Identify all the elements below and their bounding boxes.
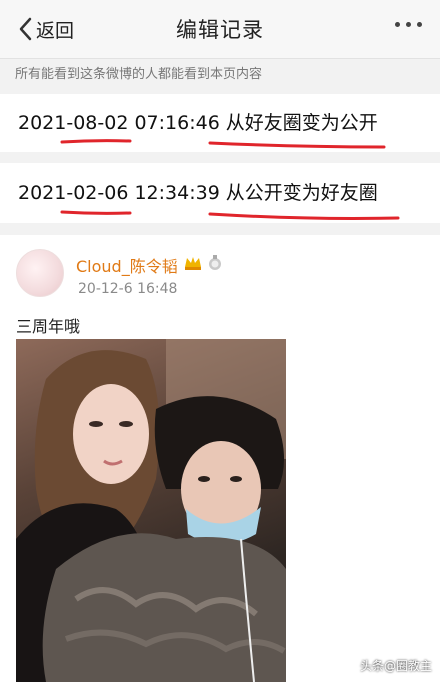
watermark: 头条@圈教主 xyxy=(360,657,432,674)
post-username[interactable]: Cloud_陈令韬 xyxy=(76,253,222,277)
post-time: 20-12-6 16:48 xyxy=(78,281,178,297)
post-photo[interactable] xyxy=(16,339,286,682)
avatar[interactable] xyxy=(16,249,64,297)
medal-badge-icon xyxy=(208,255,222,275)
crown-badge-icon xyxy=(184,255,202,275)
username-text: Cloud_陈令韬 xyxy=(76,257,178,276)
weibo-post: Cloud_陈令韬 20-12-6 16:48 三周年哦 头条@圈教主 xyxy=(0,235,440,682)
post-text: 三周年哦 xyxy=(16,317,81,336)
photo-illustration xyxy=(16,339,286,682)
watermark-text: 头条@圈教主 xyxy=(359,659,432,673)
